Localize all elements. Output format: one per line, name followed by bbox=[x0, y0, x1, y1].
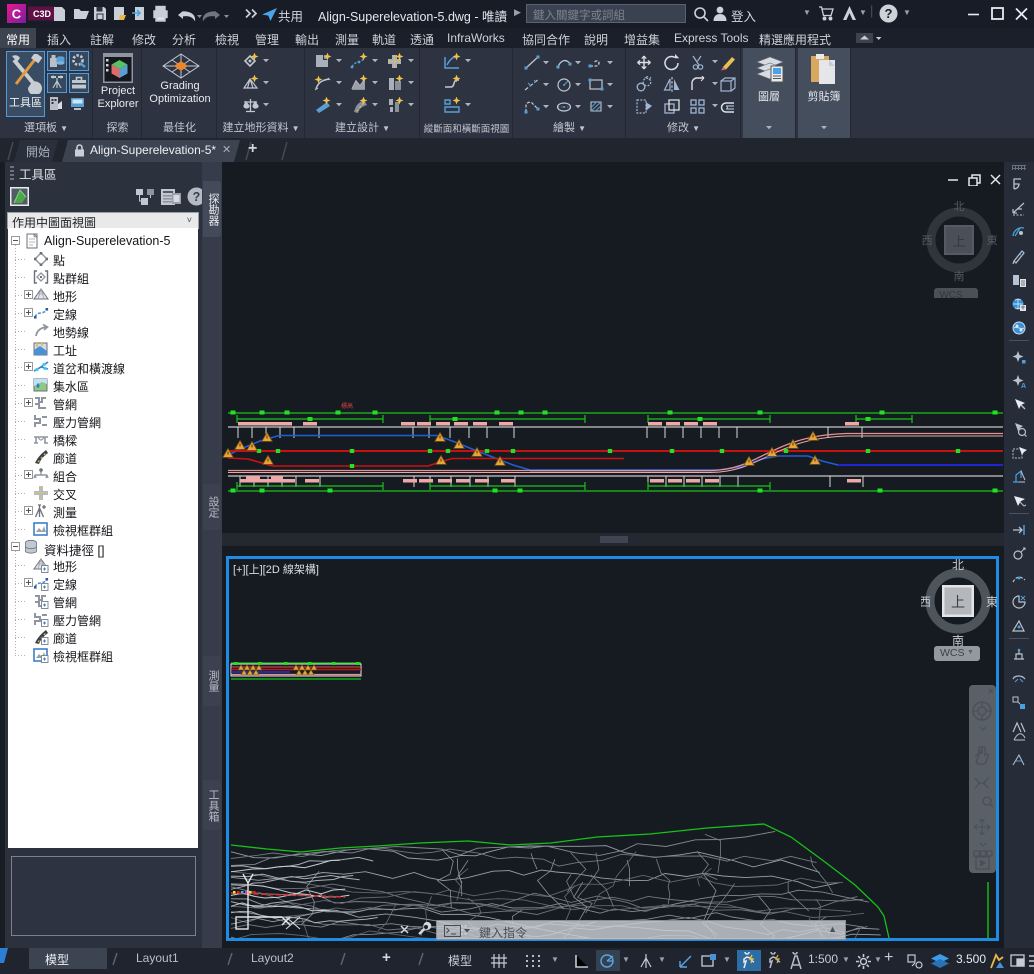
svg-text:C3D: C3D bbox=[33, 9, 52, 19]
svg-text:東: 東 bbox=[986, 595, 997, 609]
svg-text:A: A bbox=[1021, 383, 1026, 389]
svg-text:?: ? bbox=[885, 6, 893, 21]
svg-text:北: 北 bbox=[952, 558, 964, 572]
svg-text:?: ? bbox=[193, 190, 201, 204]
svg-text:西: 西 bbox=[921, 595, 931, 609]
svg-text:標高: 標高 bbox=[341, 402, 353, 410]
svg-text:上: 上 bbox=[951, 594, 965, 610]
svg-text:C: C bbox=[12, 7, 22, 22]
